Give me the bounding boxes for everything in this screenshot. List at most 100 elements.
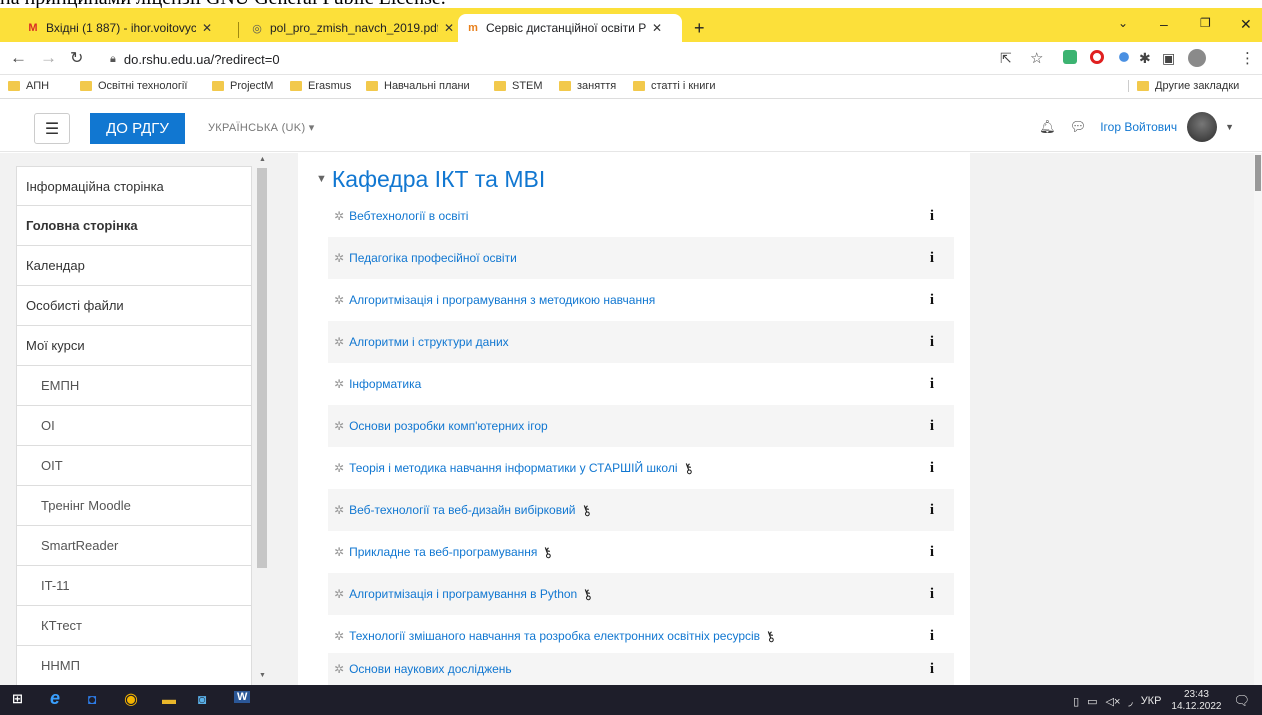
chat-icon[interactable]: 💬︎ bbox=[1070, 119, 1087, 135]
info-icon[interactable]: i bbox=[930, 661, 934, 678]
sidebar-item-course[interactable]: SmartReader bbox=[16, 526, 252, 566]
sidebar-item-course[interactable]: OIT bbox=[16, 446, 252, 486]
sidebar-item-my-courses[interactable]: Мої курси bbox=[16, 326, 252, 366]
back-icon[interactable]: ← bbox=[10, 48, 27, 68]
file-explorer-icon[interactable]: ▬ bbox=[162, 691, 176, 707]
course-row[interactable]: ✲ Алгоритми і структури даних i bbox=[328, 321, 954, 363]
bookmark-plans[interactable]: Навчальні плани bbox=[366, 80, 470, 92]
course-link[interactable]: Алгоритми і структури даних bbox=[349, 335, 509, 349]
notification-icon[interactable]: 🗨︎ bbox=[1233, 693, 1250, 709]
tablet-icon[interactable]: ▯ bbox=[1073, 695, 1079, 708]
course-link[interactable]: Алгоритмізація і програмування з методик… bbox=[349, 293, 655, 307]
sidebar-item-course[interactable]: ОІ bbox=[16, 406, 252, 446]
reload-icon[interactable]: ↻ bbox=[70, 48, 83, 68]
restore-icon[interactable]: ❐ bbox=[1200, 16, 1211, 30]
course-row[interactable]: ✲ Основи розробки комп'ютерних ігор i bbox=[328, 405, 954, 447]
puzzle-icon[interactable]: ✱ bbox=[1139, 50, 1151, 67]
category-title[interactable]: ▼ Кафедра ІКТ та МВІ bbox=[316, 162, 970, 196]
course-row[interactable]: ✲ Педагогіка професійної освіти i bbox=[328, 237, 954, 279]
bookmark-stem[interactable]: STEM bbox=[494, 80, 543, 92]
sidebar-item-course[interactable]: КТтест bbox=[16, 606, 252, 646]
sidebar-scrollbar[interactable]: ▲ ▼ bbox=[255, 153, 269, 685]
volume-icon[interactable]: ◁× bbox=[1106, 695, 1121, 708]
course-link[interactable]: Вебтехнології в освіті bbox=[349, 209, 468, 223]
course-row[interactable]: ✲ Алгоритмізація і програмування в Pytho… bbox=[328, 573, 954, 615]
course-link[interactable]: Педагогіка професійної освіти bbox=[349, 251, 517, 265]
bookmark-apn[interactable]: АПН bbox=[8, 80, 49, 92]
more-menu-icon[interactable]: ⋮ bbox=[1240, 49, 1255, 67]
course-row[interactable]: ✲ Прикладне та веб-програмування ⚷ i bbox=[328, 531, 954, 573]
close-icon[interactable]: ✕ bbox=[202, 21, 212, 35]
info-icon[interactable]: i bbox=[930, 292, 934, 309]
course-link[interactable]: Веб-технології та веб-дизайн вибірковий bbox=[349, 503, 575, 517]
course-link[interactable]: Основи розробки комп'ютерних ігор bbox=[349, 419, 548, 433]
forward-icon[interactable]: → bbox=[40, 48, 57, 68]
course-link[interactable]: Теорія і методика навчання інформатики у… bbox=[349, 461, 677, 475]
app-icon[interactable]: ◙ bbox=[198, 691, 206, 707]
bell-icon[interactable]: 🔔︎ bbox=[1039, 119, 1056, 135]
course-link[interactable]: Алгоритмізація і програмування в Python bbox=[349, 587, 577, 601]
input-language[interactable]: УКР bbox=[1141, 695, 1162, 707]
bookmark-statti[interactable]: статті і книги bbox=[633, 80, 716, 92]
bookmark-zaniattia[interactable]: заняття bbox=[559, 80, 616, 92]
battery-icon[interactable]: ▭ bbox=[1087, 695, 1097, 708]
scrollbar-thumb[interactable] bbox=[257, 168, 267, 568]
sidebar-item-info[interactable]: Інформаційна сторінка bbox=[16, 166, 252, 206]
info-icon[interactable]: i bbox=[930, 250, 934, 267]
tab-pdf[interactable]: ◎ pol_pro_zmish_navch_2019.pdf ✕ bbox=[242, 14, 462, 42]
info-icon[interactable]: i bbox=[930, 586, 934, 603]
shield-extension-icon[interactable] bbox=[1063, 50, 1077, 64]
bookmark-osvitni[interactable]: Освітні технології bbox=[80, 80, 187, 92]
course-link[interactable]: Прикладне та веб-програмування bbox=[349, 545, 537, 559]
store-icon[interactable]: ◘ bbox=[88, 691, 96, 707]
page-scrollbar[interactable] bbox=[1254, 153, 1262, 685]
course-row[interactable]: ✲ Технології змішаного навчання та розро… bbox=[328, 615, 954, 657]
info-icon[interactable]: i bbox=[930, 334, 934, 351]
user-name[interactable]: Ігор Войтович bbox=[1100, 120, 1177, 134]
close-icon[interactable]: ✕ bbox=[652, 21, 662, 35]
blue-dot-extension-icon[interactable] bbox=[1119, 52, 1129, 62]
course-row[interactable]: ✲ Інформатика i bbox=[328, 363, 954, 405]
scroll-down-icon[interactable]: ▼ bbox=[259, 672, 266, 679]
sidebar-item-calendar[interactable]: Календар bbox=[16, 246, 252, 286]
sidepanel-icon[interactable]: ▣ bbox=[1162, 50, 1175, 67]
close-icon[interactable]: ✕ bbox=[444, 21, 454, 35]
course-row[interactable]: ✲ Основи наукових досліджень i bbox=[328, 653, 954, 685]
star-icon[interactable]: ☆ bbox=[1030, 49, 1043, 67]
course-link[interactable]: Основи наукових досліджень bbox=[349, 662, 512, 676]
course-link[interactable]: Інформатика bbox=[349, 377, 421, 391]
info-icon[interactable]: i bbox=[930, 460, 934, 477]
close-window-icon[interactable]: ✕ bbox=[1240, 16, 1252, 33]
windows-start-icon[interactable]: ⊞ bbox=[12, 691, 23, 707]
sidebar-item-course[interactable]: Тренінг Moodle bbox=[16, 486, 252, 526]
word-icon[interactable]: W bbox=[234, 691, 251, 703]
clock[interactable]: 23:43 14.12.2022 bbox=[1171, 689, 1221, 713]
tab-search-icon[interactable]: ⌄ bbox=[1118, 16, 1128, 30]
info-icon[interactable]: i bbox=[930, 544, 934, 561]
course-row[interactable]: ✲ Теорія і методика навчання інформатики… bbox=[328, 447, 954, 489]
new-tab-button[interactable]: + bbox=[686, 14, 713, 42]
avatar[interactable] bbox=[1187, 112, 1218, 142]
info-icon[interactable]: i bbox=[930, 628, 934, 645]
info-icon[interactable]: i bbox=[930, 502, 934, 519]
edge-icon[interactable]: e bbox=[50, 688, 60, 709]
minimize-icon[interactable]: – bbox=[1160, 16, 1168, 32]
sidebar-item-course[interactable]: ЕМПН bbox=[16, 366, 252, 406]
scroll-up-icon[interactable]: ▲ bbox=[259, 156, 266, 163]
collapse-triangle-icon[interactable]: ▼ bbox=[316, 173, 327, 185]
sidebar-item-course[interactable]: IT-11 bbox=[16, 566, 252, 606]
course-row[interactable]: ✲ Вебтехнології в освіті i bbox=[328, 195, 954, 237]
tab-moodle[interactable]: m Сервіс дистанційної освіти Рівн ✕ bbox=[458, 14, 682, 42]
tab-gmail[interactable]: M Вхідні (1 887) - ihor.voitovych@r ✕ bbox=[18, 14, 220, 42]
scrollbar-thumb[interactable] bbox=[1255, 155, 1261, 191]
opera-extension-icon[interactable] bbox=[1090, 50, 1104, 64]
url-field[interactable]: 🔒︎ do.rshu.edu.ua/?redirect=0 bbox=[110, 47, 970, 71]
course-row[interactable]: ✲ Веб-технології та веб-дизайн вибіркови… bbox=[328, 489, 954, 531]
bookmark-erasmus[interactable]: Erasmus bbox=[290, 80, 351, 92]
chrome-taskbar-icon[interactable]: ◉ bbox=[124, 689, 138, 709]
other-bookmarks[interactable]: Другие закладки bbox=[1128, 80, 1239, 92]
bookmark-projectm[interactable]: ProjectM bbox=[212, 80, 273, 92]
info-icon[interactable]: i bbox=[930, 418, 934, 435]
wifi-icon[interactable]: ◞ bbox=[1128, 695, 1132, 708]
sidebar-item-files[interactable]: Особисті файли bbox=[16, 286, 252, 326]
